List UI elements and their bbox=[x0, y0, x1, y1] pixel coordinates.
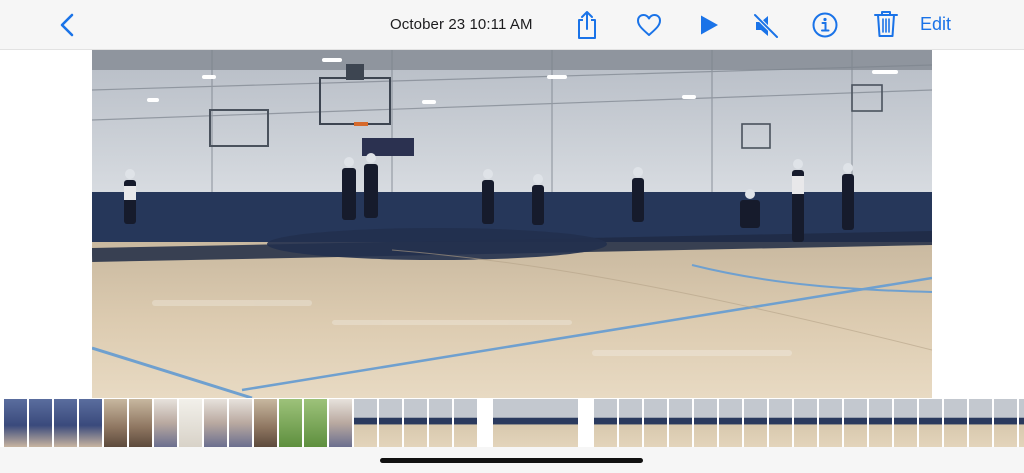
filmstrip-thumbnail[interactable] bbox=[1019, 399, 1024, 447]
filmstrip-thumbnail[interactable] bbox=[619, 399, 643, 447]
filmstrip-thumbnail[interactable] bbox=[204, 399, 228, 447]
filmstrip-thumbnail[interactable] bbox=[919, 399, 943, 447]
filmstrip-thumbnail[interactable] bbox=[179, 399, 203, 447]
filmstrip-thumbnail[interactable] bbox=[819, 399, 843, 447]
basketball-court-image bbox=[92, 50, 932, 398]
speaker-muted-icon[interactable] bbox=[752, 12, 780, 40]
filmstrip-thumbnail-selected[interactable] bbox=[493, 399, 579, 447]
photo-datetime: October 23 10:11 AM bbox=[390, 16, 533, 33]
filmstrip-thumbnail[interactable] bbox=[104, 399, 128, 447]
filmstrip-thumbnail[interactable] bbox=[429, 399, 453, 447]
filmstrip-thumbnail[interactable] bbox=[769, 399, 793, 447]
filmstrip-thumbnail[interactable] bbox=[944, 399, 968, 447]
filmstrip-thumbnail[interactable] bbox=[29, 399, 53, 447]
filmstrip-thumbnail[interactable] bbox=[644, 399, 668, 447]
filmstrip-thumbnail[interactable] bbox=[669, 399, 693, 447]
filmstrip-thumbnail[interactable] bbox=[129, 399, 153, 447]
filmstrip-thumbnail[interactable] bbox=[844, 399, 868, 447]
edit-button[interactable]: Edit bbox=[920, 14, 951, 35]
filmstrip-thumbnail[interactable] bbox=[54, 399, 78, 447]
filmstrip-thumbnail[interactable] bbox=[254, 399, 278, 447]
filmstrip-thumbnail[interactable] bbox=[354, 399, 378, 447]
heart-icon[interactable] bbox=[636, 12, 662, 38]
filmstrip-thumbnail[interactable] bbox=[304, 399, 328, 447]
info-icon[interactable] bbox=[811, 11, 839, 39]
filmstrip-thumbnail[interactable] bbox=[279, 399, 303, 447]
filmstrip-thumbnail[interactable] bbox=[4, 399, 28, 447]
filmstrip-thumbnail[interactable] bbox=[719, 399, 743, 447]
chevron-left-icon[interactable] bbox=[58, 13, 78, 37]
filmstrip-thumbnail[interactable] bbox=[969, 399, 993, 447]
trash-icon[interactable] bbox=[873, 9, 899, 39]
play-icon[interactable] bbox=[698, 14, 720, 36]
filmstrip-gap bbox=[580, 399, 593, 447]
top-toolbar: October 23 10:11 AM Edit bbox=[0, 0, 1024, 50]
filmstrip-thumbnail[interactable] bbox=[744, 399, 768, 447]
filmstrip-thumbnail[interactable] bbox=[154, 399, 178, 447]
filmstrip-thumbnail[interactable] bbox=[404, 399, 428, 447]
filmstrip-thumbnail[interactable] bbox=[594, 399, 618, 447]
share-icon[interactable] bbox=[574, 10, 600, 40]
filmstrip-thumbnail[interactable] bbox=[694, 399, 718, 447]
filmstrip-gap bbox=[479, 399, 492, 447]
main-photo bbox=[92, 50, 932, 398]
filmstrip-thumbnail[interactable] bbox=[454, 399, 478, 447]
filmstrip-thumbnail[interactable] bbox=[869, 399, 893, 447]
filmstrip-thumbnail[interactable] bbox=[794, 399, 818, 447]
photo-filmstrip[interactable] bbox=[0, 399, 1024, 447]
filmstrip-thumbnail[interactable] bbox=[79, 399, 103, 447]
filmstrip-thumbnail[interactable] bbox=[229, 399, 253, 447]
home-indicator[interactable] bbox=[380, 458, 643, 463]
filmstrip-thumbnail[interactable] bbox=[329, 399, 353, 447]
filmstrip-thumbnail[interactable] bbox=[894, 399, 918, 447]
filmstrip-thumbnail[interactable] bbox=[994, 399, 1018, 447]
filmstrip-thumbnail[interactable] bbox=[379, 399, 403, 447]
